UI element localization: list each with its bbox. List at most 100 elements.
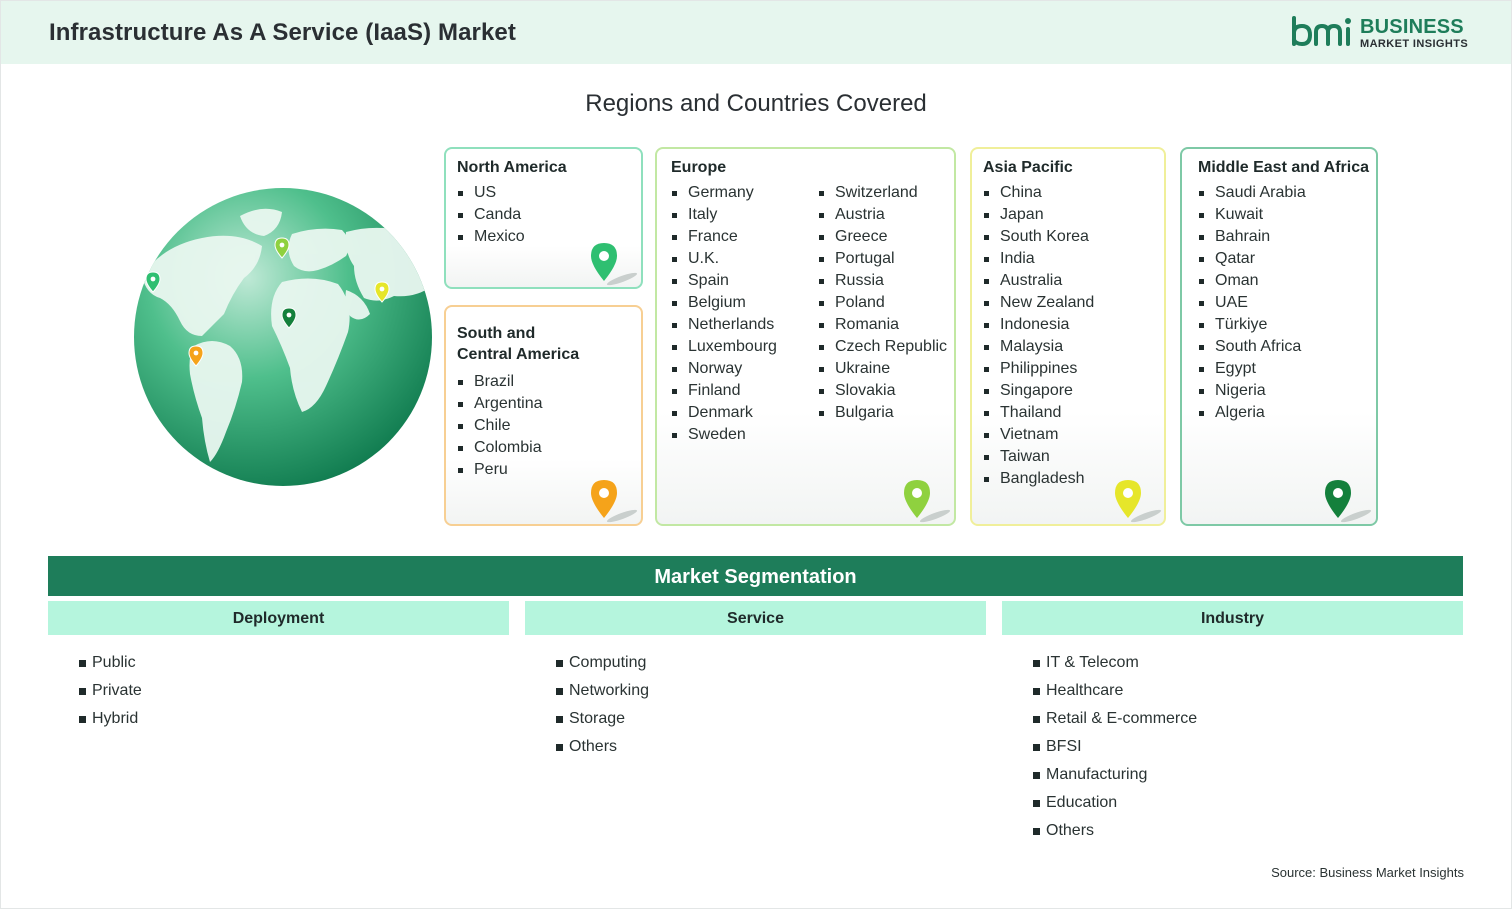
- card-title-south-central-america: South and Central America: [457, 323, 579, 365]
- list-item: Public: [79, 649, 142, 677]
- map-pin-icon: [1325, 480, 1372, 523]
- list-item: Others: [1033, 817, 1197, 845]
- list-item: Indonesia: [983, 314, 1094, 336]
- list-item: Spain: [671, 270, 777, 292]
- list-item: China: [983, 182, 1094, 204]
- card-europe: Europe Germany Italy France U.K. Spain B…: [655, 147, 956, 526]
- list-item: Russia: [818, 270, 947, 292]
- logo-text-market-insights: MARKET INSIGHTS: [1360, 38, 1469, 50]
- list-item: Slovakia: [818, 380, 947, 402]
- list-item: BFSI: [1033, 733, 1197, 761]
- globe-icon: [134, 188, 432, 486]
- list-item: Romania: [818, 314, 947, 336]
- list-item: Brazil: [457, 371, 543, 393]
- list-item: Taiwan: [983, 446, 1094, 468]
- list-item: Bahrain: [1198, 226, 1306, 248]
- brand-logo: BUSINESS MARKET INSIGHTS: [1290, 14, 1470, 54]
- segment-list-service: Computing Networking Storage Others: [556, 649, 649, 761]
- list-item: Algeria: [1198, 402, 1306, 424]
- list-item: Networking: [556, 677, 649, 705]
- list-item: Singapore: [983, 380, 1094, 402]
- list-item: Computing: [556, 649, 649, 677]
- list-item: Others: [556, 733, 649, 761]
- map-pin-icon: [591, 243, 638, 286]
- segment-list-deployment: Public Private Hybrid: [79, 649, 142, 733]
- list-item: Egypt: [1198, 358, 1306, 380]
- card-south-central-america: South and Central America Brazil Argenti…: [444, 305, 643, 526]
- card-title-north-america: North America: [457, 159, 567, 176]
- card-middle-east-africa: Middle East and Africa Saudi Arabia Kuwa…: [1180, 147, 1378, 526]
- list-item: Sweden: [671, 424, 777, 446]
- list-north-america: US Canda Mexico: [457, 182, 525, 248]
- list-item: Australia: [983, 270, 1094, 292]
- list-item: Portugal: [818, 248, 947, 270]
- list-item: Finland: [671, 380, 777, 402]
- segment-list-industry: IT & Telecom Healthcare Retail & E-comme…: [1033, 649, 1197, 845]
- list-item: Bangladesh: [983, 468, 1094, 490]
- list-item: Greece: [818, 226, 947, 248]
- list-item: South Africa: [1198, 336, 1306, 358]
- list-item: New Zealand: [983, 292, 1094, 314]
- bmi-logo-icon: [1292, 16, 1351, 47]
- list-item: Netherlands: [671, 314, 777, 336]
- map-pin-icon: [591, 480, 638, 523]
- market-segmentation-bar: Market Segmentation: [48, 556, 1463, 596]
- list-item: Ukraine: [818, 358, 947, 380]
- list-item: Manufacturing: [1033, 761, 1197, 789]
- list-item: Canda: [457, 204, 525, 226]
- list-item: Peru: [457, 459, 543, 481]
- map-pin-icon: [1115, 480, 1162, 523]
- list-item: Norway: [671, 358, 777, 380]
- list-item: Retail & E-commerce: [1033, 705, 1197, 733]
- list-item: UAE: [1198, 292, 1306, 314]
- card-title-middle-east-africa: Middle East and Africa: [1198, 159, 1369, 176]
- list-item: Kuwait: [1198, 204, 1306, 226]
- card-north-america: North America US Canda Mexico: [444, 147, 643, 289]
- list-item: Austria: [818, 204, 947, 226]
- list-item: Thailand: [983, 402, 1094, 424]
- segment-header-deployment: Deployment: [48, 601, 509, 635]
- regions-title: Regions and Countries Covered: [585, 90, 927, 117]
- card-title-line: Central America: [457, 346, 580, 363]
- list-item: Chile: [457, 415, 543, 437]
- list-item: Türkiye: [1198, 314, 1306, 336]
- segment-header-service: Service: [525, 601, 986, 635]
- list-item: South Korea: [983, 226, 1094, 248]
- list-europe-col1: Germany Italy France U.K. Spain Belgium …: [671, 182, 777, 446]
- list-item: Philippines: [983, 358, 1094, 380]
- list-item: U.K.: [671, 248, 777, 270]
- list-item: IT & Telecom: [1033, 649, 1197, 677]
- list-item: Luxembourg: [671, 336, 777, 358]
- list-item: Mexico: [457, 226, 525, 248]
- list-item: Germany: [671, 182, 777, 204]
- logo-text-business: BUSINESS: [1360, 16, 1464, 38]
- list-item: Education: [1033, 789, 1197, 817]
- list-middle-east-africa: Saudi Arabia Kuwait Bahrain Qatar Oman U…: [1198, 182, 1306, 424]
- list-item: Qatar: [1198, 248, 1306, 270]
- list-item: Switzerland: [818, 182, 947, 204]
- list-item: Saudi Arabia: [1198, 182, 1306, 204]
- card-title-line: South and: [457, 325, 536, 342]
- list-item: Oman: [1198, 270, 1306, 292]
- list-asia-pacific: China Japan South Korea India Australia …: [983, 182, 1094, 490]
- list-europe-col2: Switzerland Austria Greece Portugal Russ…: [818, 182, 947, 424]
- list-item: Storage: [556, 705, 649, 733]
- list-item: Czech Republic: [818, 336, 947, 358]
- list-item: Japan: [983, 204, 1094, 226]
- list-south-central-america: Brazil Argentina Chile Colombia Peru: [457, 371, 543, 481]
- list-item: India: [983, 248, 1094, 270]
- list-item: Healthcare: [1033, 677, 1197, 705]
- map-pin-icon: [904, 480, 951, 523]
- card-title-europe: Europe: [671, 159, 727, 176]
- list-item: Denmark: [671, 402, 777, 424]
- list-item: Nigeria: [1198, 380, 1306, 402]
- list-item: Bulgaria: [818, 402, 947, 424]
- card-asia-pacific: Asia Pacific China Japan South Korea Ind…: [970, 147, 1166, 526]
- list-item: Italy: [671, 204, 777, 226]
- list-item: Poland: [818, 292, 947, 314]
- source-note: Source: Business Market Insights: [1271, 865, 1464, 880]
- card-title-asia-pacific: Asia Pacific: [983, 159, 1073, 176]
- list-item: Belgium: [671, 292, 777, 314]
- list-item: Argentina: [457, 393, 543, 415]
- segment-header-industry: Industry: [1002, 601, 1463, 635]
